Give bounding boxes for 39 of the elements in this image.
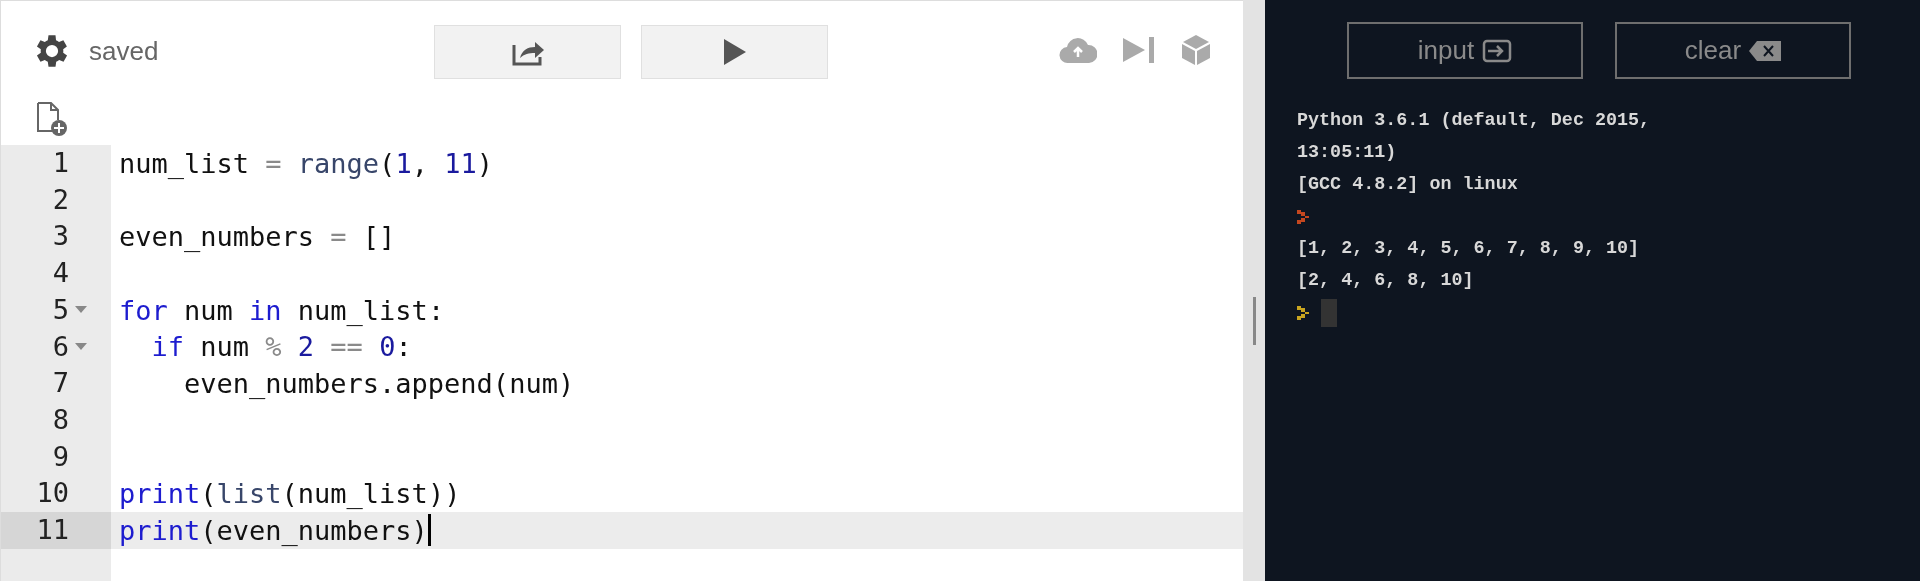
- fold-arrow-icon[interactable]: [75, 306, 87, 315]
- code-line: even_numbers.append(num): [183, 369, 575, 397]
- input-button[interactable]: input: [1347, 22, 1583, 79]
- console-output: [1, 2, 3, 4, 5, 6, 7, 8, 9, 10]: [1297, 237, 1640, 262]
- line-number: 5: [51, 292, 69, 327]
- clear-button[interactable]: clear: [1615, 22, 1851, 79]
- line-number: 4: [51, 256, 69, 291]
- line-number: 6: [51, 329, 69, 364]
- code-line: print(even_numbers): [119, 516, 428, 544]
- resize-handle[interactable]: [1252, 296, 1256, 345]
- cube-icon[interactable]: [1181, 34, 1211, 66]
- step-forward-icon[interactable]: [1123, 36, 1155, 64]
- backspace-icon: [1749, 40, 1782, 61]
- save-status: saved: [89, 34, 160, 68]
- cloud-upload-icon[interactable]: [1059, 35, 1097, 65]
- share-button[interactable]: [434, 25, 621, 79]
- line-number: 9: [51, 439, 69, 474]
- line-number: 1: [51, 146, 69, 181]
- code-line: num_list = range(1, 11): [119, 149, 493, 177]
- console-output: 13:05:11): [1297, 141, 1397, 166]
- play-icon: [723, 39, 746, 65]
- line-number: 3: [51, 219, 69, 254]
- new-file-icon[interactable]: [36, 101, 68, 137]
- text-cursor: [427, 514, 431, 547]
- code-line: print(list(num_list)): [119, 480, 461, 508]
- line-number: 7: [51, 366, 69, 401]
- console-output: Python 3.6.1 (default, Dec 2015,: [1297, 109, 1651, 134]
- code-line: even_numbers = []: [119, 223, 396, 251]
- fold-arrow-icon[interactable]: [75, 342, 87, 351]
- run-button[interactable]: [641, 25, 828, 79]
- line-number: 11: [35, 512, 69, 547]
- line-number: 8: [51, 402, 69, 437]
- line-number: 2: [51, 182, 69, 217]
- line-number: 10: [35, 476, 69, 511]
- console-output: [2, 4, 6, 8, 10]: [1297, 269, 1474, 294]
- enter-icon: [1482, 38, 1513, 63]
- console-output: [GCC 4.8.2] on linux: [1297, 173, 1518, 198]
- code-line: if num % 2 == 0:: [150, 333, 412, 361]
- code-line: for num in num_list:: [119, 296, 445, 324]
